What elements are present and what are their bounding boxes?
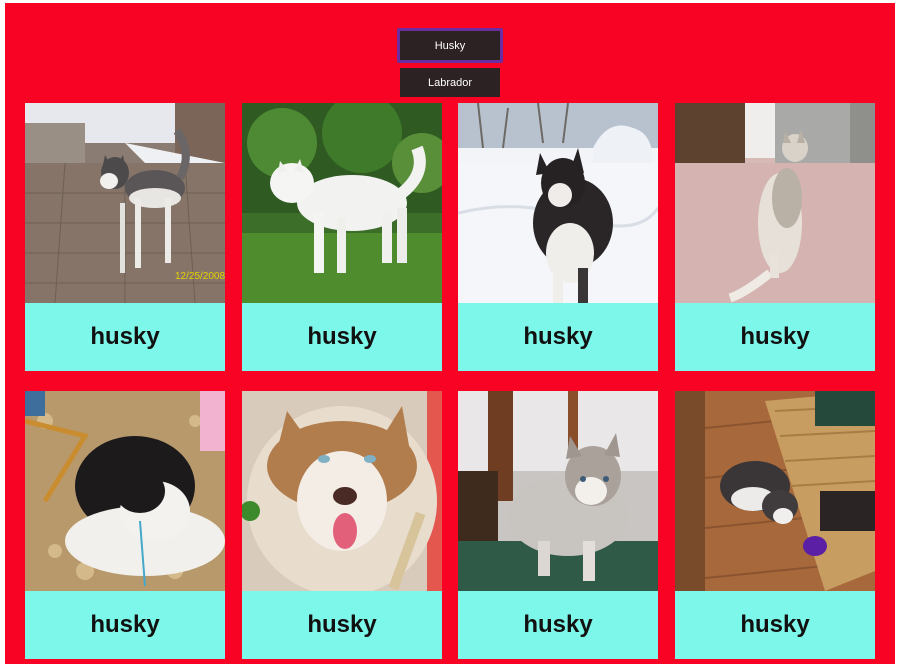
- husky-filter-button[interactable]: Husky: [397, 28, 503, 63]
- dog-card[interactable]: husky: [458, 391, 658, 659]
- card-caption: husky: [740, 611, 810, 638]
- labrador-filter-button[interactable]: Labrador: [400, 68, 500, 97]
- card-caption: husky: [523, 323, 593, 350]
- card-caption: husky: [90, 611, 160, 638]
- dog-card[interactable]: husky: [458, 103, 658, 371]
- husky-puppy-under-wicker-table-photo: [675, 391, 875, 591]
- dog-card[interactable]: husky: [675, 103, 875, 371]
- app-frame: Husky Labrador 12/25/2008 husky husky hu…: [5, 3, 895, 664]
- card-caption: husky: [523, 611, 593, 638]
- dog-card[interactable]: 12/25/2008 husky: [25, 103, 225, 371]
- card-caption: husky: [307, 323, 377, 350]
- dog-card[interactable]: husky: [25, 391, 225, 659]
- dog-card[interactable]: husky: [675, 391, 875, 659]
- card-caption: husky: [90, 323, 160, 350]
- dog-card[interactable]: husky: [242, 103, 442, 371]
- card-caption: husky: [307, 611, 377, 638]
- dog-card[interactable]: husky: [242, 391, 442, 659]
- husky-in-snow-photo: [458, 103, 658, 303]
- black-white-husky-lying-photo: [25, 391, 225, 591]
- card-caption: husky: [740, 323, 810, 350]
- svg-text:12/25/2008: 12/25/2008: [175, 271, 225, 282]
- husky-sitting-indoors-photo: [675, 103, 875, 303]
- grey-husky-puppy-photo: [458, 391, 658, 591]
- white-husky-on-grass-photo: [242, 103, 442, 303]
- husky-on-brick-patio-photo: 12/25/2008: [25, 103, 225, 303]
- red-husky-closeup-photo: [242, 391, 442, 591]
